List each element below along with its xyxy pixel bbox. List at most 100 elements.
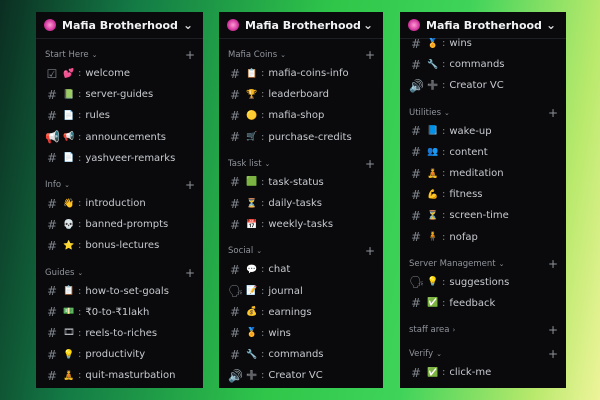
channel-mafia-shop[interactable]: # 🟡: mafia-shop bbox=[219, 105, 383, 126]
channel-how-to-set-goals[interactable]: # 📋: how-to-set-goals bbox=[36, 281, 203, 302]
channel-journal[interactable]: 🗣 📝: journal bbox=[219, 281, 383, 302]
separator: : bbox=[261, 198, 265, 210]
category-verify[interactable]: Verify ⌄ + bbox=[400, 346, 566, 362]
channel-content[interactable]: # 👥: content bbox=[400, 142, 566, 163]
category-utilities[interactable]: Utilities ⌄ + bbox=[400, 105, 566, 121]
hash-icon: # bbox=[229, 326, 241, 341]
category-name: Start Here bbox=[45, 50, 89, 60]
channel-name: mafia-shop bbox=[268, 110, 325, 122]
separator: : bbox=[261, 264, 265, 276]
separator: : bbox=[442, 146, 446, 158]
hash-icon: # bbox=[46, 87, 58, 102]
add-channel-icon[interactable]: + bbox=[548, 258, 558, 270]
channel-reels-to-riches[interactable]: # 🎞: reels-to-riches bbox=[36, 323, 203, 344]
add-channel-icon[interactable]: + bbox=[548, 324, 558, 336]
channel-quit-masturbation[interactable]: # 🧘: quit-masturbation bbox=[36, 365, 203, 386]
channel-click-me[interactable]: # ✅: click-me bbox=[400, 362, 566, 383]
channel-emoji-icon: 🏅 bbox=[246, 328, 258, 339]
channel-emoji-icon: 🎞 bbox=[63, 328, 75, 339]
category-social[interactable]: Social ⌄ + bbox=[219, 243, 383, 259]
category-server-management[interactable]: Server Management ⌄ + bbox=[400, 256, 566, 272]
channel-emoji-icon: 📅 bbox=[246, 219, 258, 230]
channel-leaderboard[interactable]: # 🏆: leaderboard bbox=[219, 84, 383, 105]
channel-daily-tasks[interactable]: # ⏳: daily-tasks bbox=[219, 193, 383, 214]
channel-sidebar-3: Mafia Brotherhood ⌄ # 🏅: wins # 🔧: commands 🔊 ➕… bbox=[400, 12, 566, 388]
channel-name: content bbox=[449, 146, 488, 158]
channel-wake-up[interactable]: # 📘: wake-up bbox=[400, 121, 566, 142]
add-channel-icon[interactable]: + bbox=[185, 267, 195, 279]
server-header[interactable]: Mafia Brotherhood ⌄ bbox=[36, 12, 203, 39]
channel-chat[interactable]: # 💬: chat bbox=[219, 259, 383, 280]
channel-nofap[interactable]: # 🧍: nofap bbox=[400, 227, 566, 248]
channel-emoji-icon: 👥 bbox=[427, 147, 439, 158]
category-task-list[interactable]: Task list ⌄ + bbox=[219, 156, 383, 172]
hash-icon: # bbox=[410, 57, 422, 72]
category-info[interactable]: Info ⌄ + bbox=[36, 177, 203, 193]
channel-creator-vc[interactable]: 🔊 ➕: Creator VC bbox=[219, 365, 383, 386]
channel-announcements[interactable]: 📢 📢: announcements bbox=[36, 127, 203, 148]
channel-commands[interactable]: # 🔧: commands bbox=[400, 54, 566, 75]
channel-rules[interactable]: # 📄: rules bbox=[36, 105, 203, 126]
channel-creator-vc[interactable]: 🔊 ➕: Creator VC bbox=[400, 75, 566, 96]
channel-emoji-icon: 🟩 bbox=[246, 177, 258, 188]
channel-banned-prompts[interactable]: # 💀: banned-prompts bbox=[36, 214, 203, 235]
hash-icon: # bbox=[46, 151, 58, 166]
add-channel-icon[interactable]: + bbox=[548, 348, 558, 360]
add-channel-icon[interactable]: + bbox=[365, 49, 375, 61]
channel-yashveer-remarks[interactable]: # 📄: yashveer-remarks bbox=[36, 148, 203, 169]
channel-screen-time[interactable]: # ⏳: screen-time bbox=[400, 205, 566, 226]
channel-welcome[interactable]: ☑ 💕: welcome bbox=[36, 63, 203, 84]
channel-suggestions[interactable]: 🗣 💡: suggestions bbox=[400, 272, 566, 293]
separator: : bbox=[442, 168, 446, 180]
channel-server-guides[interactable]: # 📗: server-guides bbox=[36, 84, 203, 105]
channel-0-to-1lakh[interactable]: # 💵: ₹0-to-₹1lakh bbox=[36, 302, 203, 323]
server-header[interactable]: Mafia Brotherhood ⌄ bbox=[219, 12, 383, 39]
channel-emoji-icon: 🛒 bbox=[246, 132, 258, 143]
channel-wins[interactable]: # 🏅: wins bbox=[219, 323, 383, 344]
channel-task-status[interactable]: # 🟩: task-status bbox=[219, 172, 383, 193]
add-channel-icon[interactable]: + bbox=[548, 107, 558, 119]
channel-feedback[interactable]: # ✅: feedback bbox=[400, 293, 566, 314]
category-staff-area[interactable]: staff area › + bbox=[400, 322, 566, 338]
server-name: Mafia Brotherhood bbox=[245, 18, 361, 32]
channel-commands[interactable]: # 🔧: commands bbox=[219, 344, 383, 365]
channel-productivity[interactable]: # 💡: productivity bbox=[36, 344, 203, 365]
category-guides[interactable]: Guides ⌄ + bbox=[36, 265, 203, 281]
channel-name: suggestions bbox=[449, 276, 510, 288]
category-name: Verify bbox=[409, 349, 434, 360]
channel-meditation[interactable]: # 🧘: meditation bbox=[400, 163, 566, 184]
separator: : bbox=[78, 68, 82, 80]
channel-wins[interactable]: # 🏅: wins bbox=[400, 33, 566, 54]
separator: : bbox=[78, 240, 82, 252]
hash-icon: # bbox=[229, 262, 241, 277]
chevron-down-icon: ⌄ bbox=[498, 259, 505, 268]
separator: : bbox=[442, 189, 446, 201]
hash-icon: # bbox=[410, 230, 422, 245]
hash-icon: # bbox=[229, 66, 241, 81]
hash-icon: # bbox=[46, 305, 58, 320]
channel-emoji-icon: ✅ bbox=[427, 298, 439, 309]
category-name: Mafia Coins bbox=[228, 50, 278, 60]
separator: : bbox=[442, 276, 446, 288]
channel-purchase-credits[interactable]: # 🛒: purchase-credits bbox=[219, 127, 383, 148]
channel-bonus-lectures[interactable]: # ⭐: bonus-lectures bbox=[36, 235, 203, 256]
chevron-down-icon: ⌄ bbox=[182, 18, 194, 32]
add-channel-icon[interactable]: + bbox=[365, 245, 375, 257]
channel-earnings[interactable]: # 💰: earnings bbox=[219, 302, 383, 323]
channel-name: rules bbox=[85, 110, 110, 122]
channel-name: journal bbox=[268, 285, 303, 297]
separator: : bbox=[78, 349, 82, 361]
channel-fitness[interactable]: # 💪: fitness bbox=[400, 184, 566, 205]
channel-emoji-icon: 💪 bbox=[427, 189, 439, 200]
separator: : bbox=[78, 327, 82, 339]
add-channel-icon[interactable]: + bbox=[185, 49, 195, 61]
channel-mafia-coins-info[interactable]: # 📋: mafia-coins-info bbox=[219, 63, 383, 84]
channel-weekly-tasks[interactable]: # 📅: weekly-tasks bbox=[219, 214, 383, 235]
category-start-here[interactable]: Start Here ⌄ + bbox=[36, 47, 203, 63]
add-channel-icon[interactable]: + bbox=[185, 179, 195, 191]
separator: : bbox=[442, 297, 446, 309]
category-mafia-coins[interactable]: Mafia Coins ⌄ + bbox=[219, 47, 383, 63]
channel-emoji-icon: 📢 bbox=[63, 132, 75, 143]
add-channel-icon[interactable]: + bbox=[365, 158, 375, 170]
channel-introduction[interactable]: # 👋: introduction bbox=[36, 193, 203, 214]
